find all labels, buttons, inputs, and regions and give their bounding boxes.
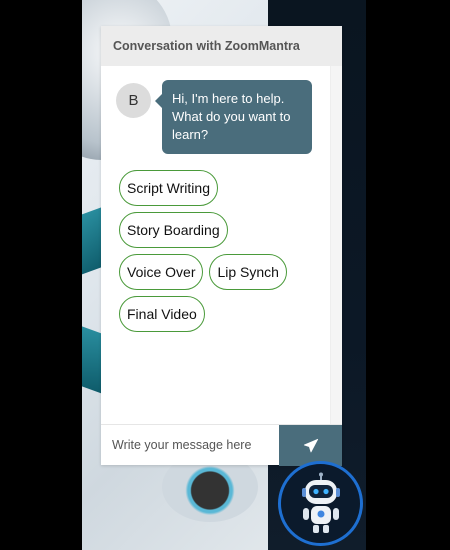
chat-header: Conversation with ZoomMantra — [101, 26, 342, 66]
chat-scrollbar[interactable] — [330, 66, 342, 425]
option-voice-over[interactable]: Voice Over — [119, 254, 204, 290]
robot-icon — [301, 472, 340, 533]
option-final-video[interactable]: Final Video — [119, 296, 205, 332]
chat-window: Conversation with ZoomMantra B Hi, I'm h… — [101, 26, 342, 466]
bot-avatar: B — [116, 83, 151, 118]
page-background-right — [366, 0, 450, 550]
chat-title: Conversation with ZoomMantra — [113, 39, 300, 53]
message-input[interactable] — [101, 425, 279, 465]
option-script-writing[interactable]: Script Writing — [119, 170, 218, 206]
send-button[interactable] — [279, 425, 342, 466]
chatbot-launcher-button[interactable] — [278, 461, 363, 546]
bot-message: B Hi, I'm here to help. What do you want… — [101, 80, 342, 154]
paper-plane-icon — [303, 438, 318, 452]
chat-body: B Hi, I'm here to help. What do you want… — [101, 66, 342, 425]
page-background-left — [0, 0, 82, 550]
message-input-bar — [101, 424, 342, 466]
message-bubble: Hi, I'm here to help. What do you want t… — [155, 80, 312, 154]
quick-reply-options: Script Writing Story Boarding Voice Over… — [101, 154, 321, 332]
option-story-boarding[interactable]: Story Boarding — [119, 212, 228, 248]
option-lip-synch[interactable]: Lip Synch — [209, 254, 287, 290]
